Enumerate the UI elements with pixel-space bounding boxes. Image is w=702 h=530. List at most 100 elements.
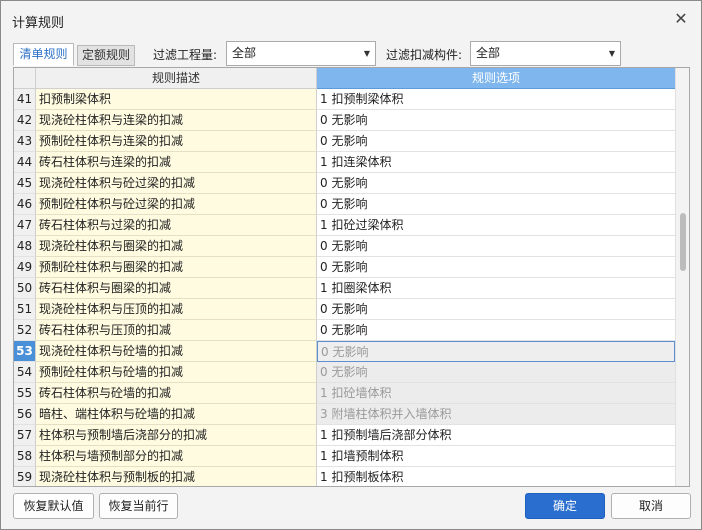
row-number: 42 (14, 110, 36, 131)
rules-grid: 规则描述 规则选项 41 扣预制梁体积 1 扣预制梁体积 42 现浇砼柱体积与连梁的扣减… (13, 67, 690, 487)
row-number: 46 (14, 194, 36, 215)
filter-quantity-value: 全部 (232, 46, 257, 60)
restore-default-button[interactable]: 恢复默认值 (13, 493, 94, 519)
row-number: 49 (14, 257, 36, 278)
filter-quantity-label: 过滤工程量: (153, 48, 218, 62)
table-row: 51 现浇砼柱体积与压顶的扣减 0 无影响 (14, 299, 675, 320)
table-row: 55 砖石柱体积与砼墙的扣减 1 扣砼墙体积 (14, 383, 675, 404)
rule-description: 预制砼柱体积与砼过梁的扣减 (36, 194, 317, 215)
table-row: 46 预制砼柱体积与砼过梁的扣减 0 无影响 (14, 194, 675, 215)
rule-description: 砖石柱体积与圈梁的扣减 (36, 278, 317, 299)
chevron-down-icon: ▼ (363, 49, 370, 58)
rule-option-cell[interactable]: 1 扣墙预制体积 (317, 446, 675, 467)
rule-option-cell[interactable]: 0 无影响 (317, 110, 675, 131)
rule-description: 预制砼柱体积与连梁的扣减 (36, 131, 317, 152)
rule-description: 预制砼柱体积与圈梁的扣减 (36, 257, 317, 278)
table-row: 44 砖石柱体积与连梁的扣减 1 扣连梁体积 (14, 152, 675, 173)
restore-current-row-button[interactable]: 恢复当前行 (99, 493, 178, 519)
rule-description: 柱体积与墙预制部分的扣减 (36, 446, 317, 467)
rule-option-cell[interactable]: 0 无影响 (317, 173, 675, 194)
row-number: 41 (14, 89, 36, 110)
title-bar: 计算规则 ✕ (1, 1, 701, 39)
scrollbar-thumb[interactable] (680, 213, 686, 271)
row-number: 53 (14, 341, 36, 362)
tab-quota-rules[interactable]: 定额规则 (77, 45, 135, 66)
rule-option-cell[interactable]: 0 无影响 (317, 299, 675, 320)
row-number: 43 (14, 131, 36, 152)
rule-description: 扣预制梁体积 (36, 89, 317, 110)
rule-option-cell: 1 扣砼墙体积 (317, 383, 675, 404)
close-icon[interactable]: ✕ (671, 9, 691, 29)
rule-option-cell[interactable]: 0 无影响 (317, 341, 675, 362)
row-number: 51 (14, 299, 36, 320)
filter-quantity-select[interactable]: 全部 ▼ (226, 41, 376, 66)
row-number: 47 (14, 215, 36, 236)
vertical-scrollbar[interactable] (675, 68, 689, 486)
rule-description: 砖石柱体积与过梁的扣减 (36, 215, 317, 236)
table-row: 57 柱体积与预制墙后浇部分的扣减 1 扣预制墙后浇部分体积 (14, 425, 675, 446)
rule-description: 砖石柱体积与连梁的扣减 (36, 152, 317, 173)
rule-option-cell: 0 无影响 (317, 362, 675, 383)
column-header-description: 规则描述 (36, 68, 317, 89)
table-row: 58 柱体积与墙预制部分的扣减 1 扣墙预制体积 (14, 446, 675, 467)
row-number: 54 (14, 362, 36, 383)
row-number: 59 (14, 467, 36, 486)
rule-description: 现浇砼柱体积与圈梁的扣减 (36, 236, 317, 257)
rule-option-cell[interactable]: 1 扣连梁体积 (317, 152, 675, 173)
rule-description: 暗柱、端柱体积与砼墙的扣减 (36, 404, 317, 425)
rule-description: 砖石柱体积与压顶的扣减 (36, 320, 317, 341)
rule-option-cell[interactable]: 0 无影响 (317, 236, 675, 257)
table-row: 49 预制砼柱体积与圈梁的扣减 0 无影响 (14, 257, 675, 278)
tab-bill-rules[interactable]: 清单规则 (13, 43, 74, 66)
table-row: 41 扣预制梁体积 1 扣预制梁体积 (14, 89, 675, 110)
rule-description: 现浇砼柱体积与压顶的扣减 (36, 299, 317, 320)
filter-component-select[interactable]: 全部 ▼ (470, 41, 621, 66)
rule-option-cell: 3 附墙柱体积并入墙体积 (317, 404, 675, 425)
rule-description: 柱体积与预制墙后浇部分的扣减 (36, 425, 317, 446)
rule-description: 现浇砼柱体积与预制板的扣减 (36, 467, 317, 486)
row-number: 58 (14, 446, 36, 467)
row-number: 45 (14, 173, 36, 194)
rule-option-cell[interactable]: 1 扣预制墙后浇部分体积 (317, 425, 675, 446)
rule-option-cell[interactable]: 0 无影响 (317, 257, 675, 278)
row-number: 55 (14, 383, 36, 404)
dialog-title: 计算规则 (12, 16, 65, 31)
rule-option-cell[interactable]: 0 无影响 (317, 131, 675, 152)
row-number: 56 (14, 404, 36, 425)
row-number: 52 (14, 320, 36, 341)
table-row: 48 现浇砼柱体积与圈梁的扣减 0 无影响 (14, 236, 675, 257)
rule-option-cell[interactable]: 0 无影响 (317, 320, 675, 341)
table-row: 45 现浇砼柱体积与砼过梁的扣减 0 无影响 (14, 173, 675, 194)
rule-option-cell[interactable]: 1 扣砼过梁体积 (317, 215, 675, 236)
rule-description: 现浇砼柱体积与砼过梁的扣减 (36, 173, 317, 194)
rule-description: 现浇砼柱体积与砼墙的扣减 (36, 341, 317, 362)
rule-description: 现浇砼柱体积与连梁的扣减 (36, 110, 317, 131)
table-row: 47 砖石柱体积与过梁的扣减 1 扣砼过梁体积 (14, 215, 675, 236)
rule-option-cell[interactable]: 0 无影响 (317, 194, 675, 215)
chevron-down-icon: ▼ (608, 49, 615, 58)
table-row: 54 预制砼柱体积与砼墙的扣减 0 无影响 (14, 362, 675, 383)
table-row: 52 砖石柱体积与压顶的扣减 0 无影响 (14, 320, 675, 341)
row-number: 48 (14, 236, 36, 257)
row-number: 44 (14, 152, 36, 173)
table-row: 59 现浇砼柱体积与预制板的扣减 1 扣预制板体积 (14, 467, 675, 486)
ok-button[interactable]: 确定 (525, 493, 605, 519)
rule-option-cell[interactable]: 1 扣预制梁体积 (317, 89, 675, 110)
rule-description: 砖石柱体积与砼墙的扣减 (36, 383, 317, 404)
column-header-option: 规则选项 (317, 68, 675, 89)
row-number: 57 (14, 425, 36, 446)
table-row: 42 现浇砼柱体积与连梁的扣减 0 无影响 (14, 110, 675, 131)
table-row: 56 暗柱、端柱体积与砼墙的扣减 3 附墙柱体积并入墙体积 (14, 404, 675, 425)
filter-component-label: 过滤扣减构件: (386, 48, 463, 62)
table-row: 53 现浇砼柱体积与砼墙的扣减 0 无影响 (14, 341, 675, 362)
rule-description: 预制砼柱体积与砼墙的扣减 (36, 362, 317, 383)
rule-option-cell[interactable]: 1 扣预制板体积 (317, 467, 675, 486)
table-row: 50 砖石柱体积与圈梁的扣减 1 扣圈梁体积 (14, 278, 675, 299)
filter-component-value: 全部 (476, 46, 501, 60)
rule-option-cell[interactable]: 1 扣圈梁体积 (317, 278, 675, 299)
row-number-header (14, 68, 36, 89)
table-row: 43 预制砼柱体积与连梁的扣减 0 无影响 (14, 131, 675, 152)
row-number: 50 (14, 278, 36, 299)
calculation-rules-dialog: 计算规则 ✕ 清单规则 定额规则 过滤工程量: 全部 ▼ 过滤扣减构件: 全部 … (0, 0, 702, 530)
cancel-button[interactable]: 取消 (611, 493, 691, 519)
